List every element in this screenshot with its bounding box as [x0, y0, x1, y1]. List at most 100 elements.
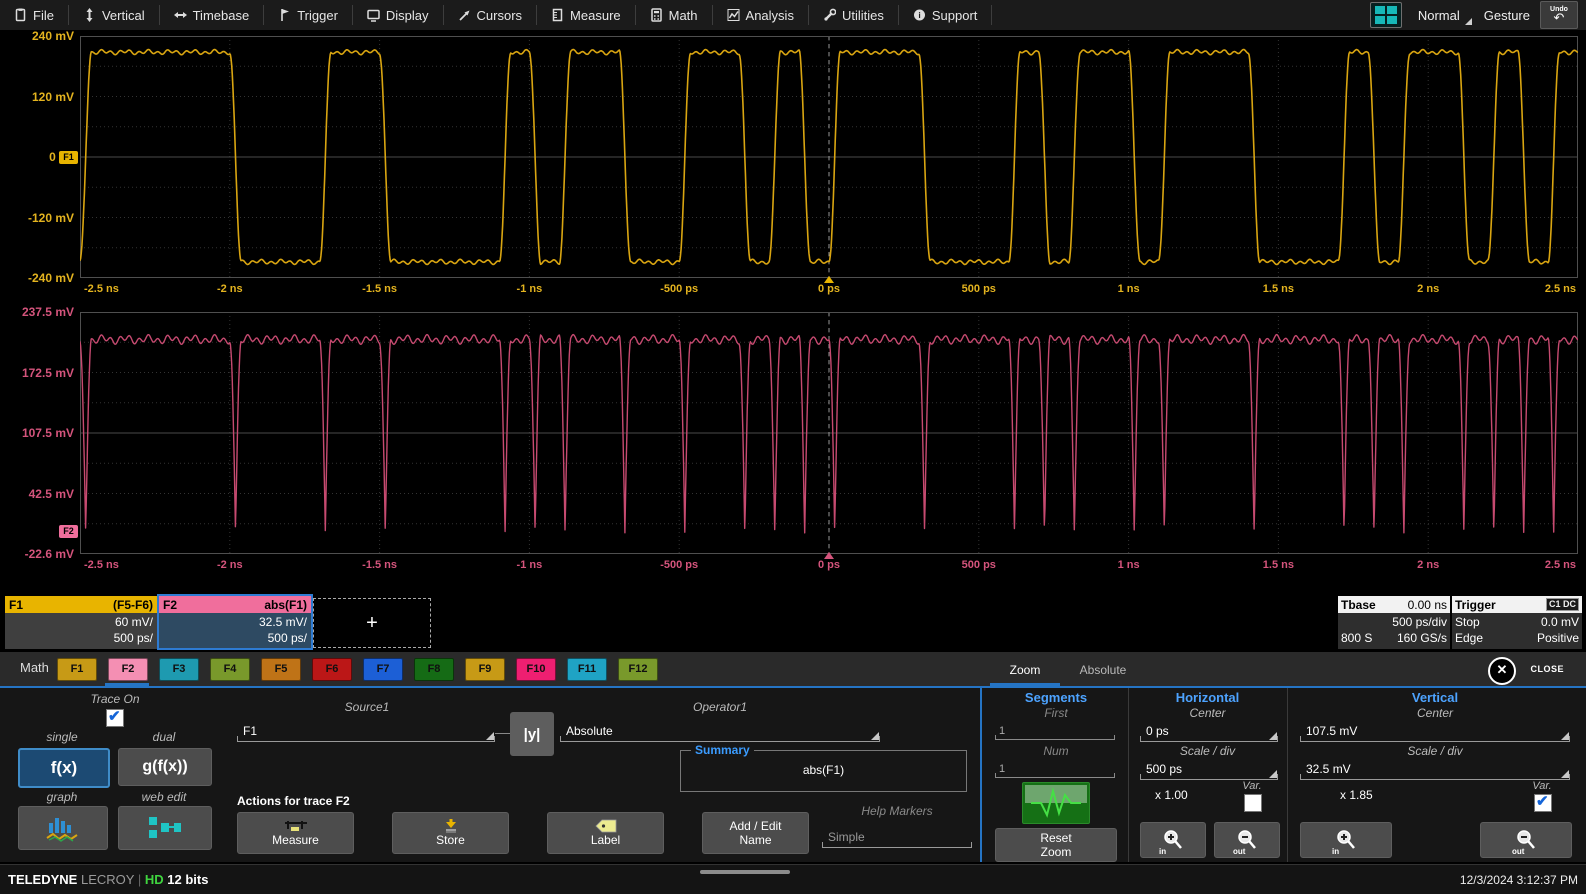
close-icon[interactable]: ✕: [1488, 657, 1516, 685]
horizontal-scale-input[interactable]: 500 ps: [1140, 758, 1278, 780]
menu-item-vertical[interactable]: Vertical: [69, 5, 160, 25]
menu-item-file[interactable]: File: [0, 5, 69, 25]
brand-separator: |: [138, 872, 141, 887]
measure-button[interactable]: Measure: [237, 812, 354, 854]
menu-item-label: File: [33, 8, 54, 23]
grid-layout-icon[interactable]: [1370, 2, 1402, 28]
scrollbar-handle[interactable]: [700, 870, 790, 874]
tab-zoom[interactable]: Zoom: [990, 658, 1060, 683]
menu-item-timebase[interactable]: Timebase: [160, 5, 265, 25]
hd-badge: HD: [145, 872, 164, 887]
grid2-x-label: 500 ps: [962, 559, 996, 571]
source1-select[interactable]: F1: [237, 718, 495, 742]
menu-item-support[interactable]: iSupport: [899, 5, 993, 25]
menu-item-display[interactable]: Display: [353, 5, 444, 25]
f2-level-marker[interactable]: F2: [59, 525, 78, 538]
menu-item-label: Measure: [570, 8, 621, 23]
trigger-icon: [278, 8, 291, 22]
tab-f11[interactable]: F11: [567, 658, 607, 681]
summary-value: abs(F1): [681, 763, 966, 777]
tab-f8[interactable]: F8: [414, 658, 454, 681]
f1-descriptor[interactable]: F1 (F5-F6) 60 mV/ 500 ps/: [5, 596, 157, 648]
source1-label: Source1: [237, 700, 497, 714]
menu-item-analysis[interactable]: Analysis: [713, 5, 809, 25]
horizontal-zoom-in-button[interactable]: in: [1140, 822, 1206, 858]
timebase-icon: [174, 8, 187, 22]
graph-mode-button[interactable]: [18, 806, 108, 850]
segments-num-input[interactable]: 1: [995, 760, 1115, 778]
tbase-rate: 160 GS/s: [1397, 630, 1447, 646]
grid2-y-label: 172.5 mV: [0, 366, 74, 380]
zoom-in-label: in: [1159, 847, 1166, 856]
vertical-center-value: 107.5 mV: [1306, 724, 1357, 738]
reset-zoom-button[interactable]: Reset Zoom: [995, 828, 1117, 862]
operator1-select[interactable]: Absolute: [560, 718, 880, 742]
vertical-center-input[interactable]: 107.5 mV: [1300, 720, 1570, 742]
tab-f6[interactable]: F6: [312, 658, 352, 681]
segments-first-label: First: [985, 706, 1127, 720]
vertical-var-checkbox[interactable]: [1534, 794, 1552, 812]
segments-title: Segments: [985, 690, 1127, 705]
horizontal-zoom-out-button[interactable]: out: [1214, 822, 1280, 858]
web-edit-button[interactable]: [118, 806, 212, 850]
measure-label: Measure: [272, 833, 319, 847]
trace-on-label: Trace On: [30, 692, 200, 706]
menu-item-trigger[interactable]: Trigger: [264, 5, 353, 25]
abs-operator-icon[interactable]: |y|: [510, 712, 554, 756]
single-fx-button[interactable]: f(x): [18, 748, 110, 788]
tab-f2[interactable]: F2: [108, 658, 148, 681]
graph-label: graph: [18, 790, 106, 804]
store-button[interactable]: Store: [392, 812, 509, 854]
add-trace-button[interactable]: +: [313, 598, 431, 648]
dual-gfx-button[interactable]: g(f(x)): [118, 748, 212, 786]
tab-f12[interactable]: F12: [618, 658, 658, 681]
tab-f3[interactable]: F3: [159, 658, 199, 681]
f1-level-marker[interactable]: F1: [59, 151, 78, 164]
dropdown-triangle-icon: [1269, 770, 1277, 778]
section-divider: [1287, 688, 1288, 862]
f2-descriptor[interactable]: F2 abs(F1) 32.5 mV/ 500 ps/: [159, 596, 311, 648]
vertical-scale-input[interactable]: 32.5 mV: [1300, 758, 1570, 780]
dropdown-triangle-icon: [871, 732, 879, 740]
tab-absolute[interactable]: Absolute: [1068, 658, 1138, 683]
horizontal-var-checkbox[interactable]: [1244, 794, 1262, 812]
add-edit-line2: Name: [739, 833, 771, 847]
math-label: Math: [20, 660, 49, 675]
menu-item-utilities[interactable]: Utilities: [809, 5, 899, 25]
segments-first-input[interactable]: 1: [995, 722, 1115, 740]
add-edit-name-button[interactable]: Add / Edit Name: [702, 812, 809, 854]
zoom-out-label: out: [1233, 847, 1245, 856]
grid2-x-label: -2.5 ns: [84, 559, 119, 571]
timebase-descriptor[interactable]: Tbase 0.00 ns 500 ps/div 800 S 160 GS/s: [1338, 596, 1450, 648]
tab-f9[interactable]: F9: [465, 658, 505, 681]
vertical-zoom-in-button[interactable]: in: [1300, 822, 1392, 858]
menu-item-cursors[interactable]: Cursors: [444, 5, 538, 25]
menu-item-math[interactable]: Math: [636, 5, 713, 25]
tab-f5[interactable]: F5: [261, 658, 301, 681]
segment-waveform-button[interactable]: [1022, 782, 1090, 824]
operator1-value: Absolute: [566, 724, 613, 738]
tab-f10[interactable]: F10: [516, 658, 556, 681]
undo-button[interactable]: Undo ↶: [1540, 1, 1578, 29]
horizontal-center-input[interactable]: 0 ps: [1140, 720, 1278, 742]
label-button[interactable]: Label: [547, 812, 664, 854]
waveform-grid-f1[interactable]: [80, 36, 1578, 278]
menu-item-label: Timebase: [193, 8, 250, 23]
tab-f4[interactable]: F4: [210, 658, 250, 681]
vertical-zoom-out-button[interactable]: out: [1480, 822, 1572, 858]
bits-label: 12 bits: [167, 872, 208, 887]
tab-f1[interactable]: F1: [57, 658, 97, 681]
trigger-descriptor[interactable]: Trigger C1 DC Stop 0.0 mV Edge Positive: [1452, 596, 1582, 648]
horizontal-title: Horizontal: [1130, 690, 1285, 705]
menu-item-measure[interactable]: Measure: [537, 5, 636, 25]
waveform-grid-f2[interactable]: [80, 312, 1578, 554]
display-mode-select[interactable]: Normal: [1412, 6, 1474, 25]
help-markers-value: Simple: [828, 830, 865, 844]
tab-f7[interactable]: F7: [363, 658, 403, 681]
horizontal-multiplier: x 1.00: [1155, 788, 1188, 802]
help-markers-select[interactable]: Simple: [822, 826, 972, 848]
trace-on-checkbox[interactable]: [106, 709, 124, 727]
operator1-label: Operator1: [560, 700, 880, 714]
grid2-x-label: -1 ns: [517, 559, 543, 571]
datetime: 12/3/2024 3:12:37 PM: [1460, 873, 1586, 887]
